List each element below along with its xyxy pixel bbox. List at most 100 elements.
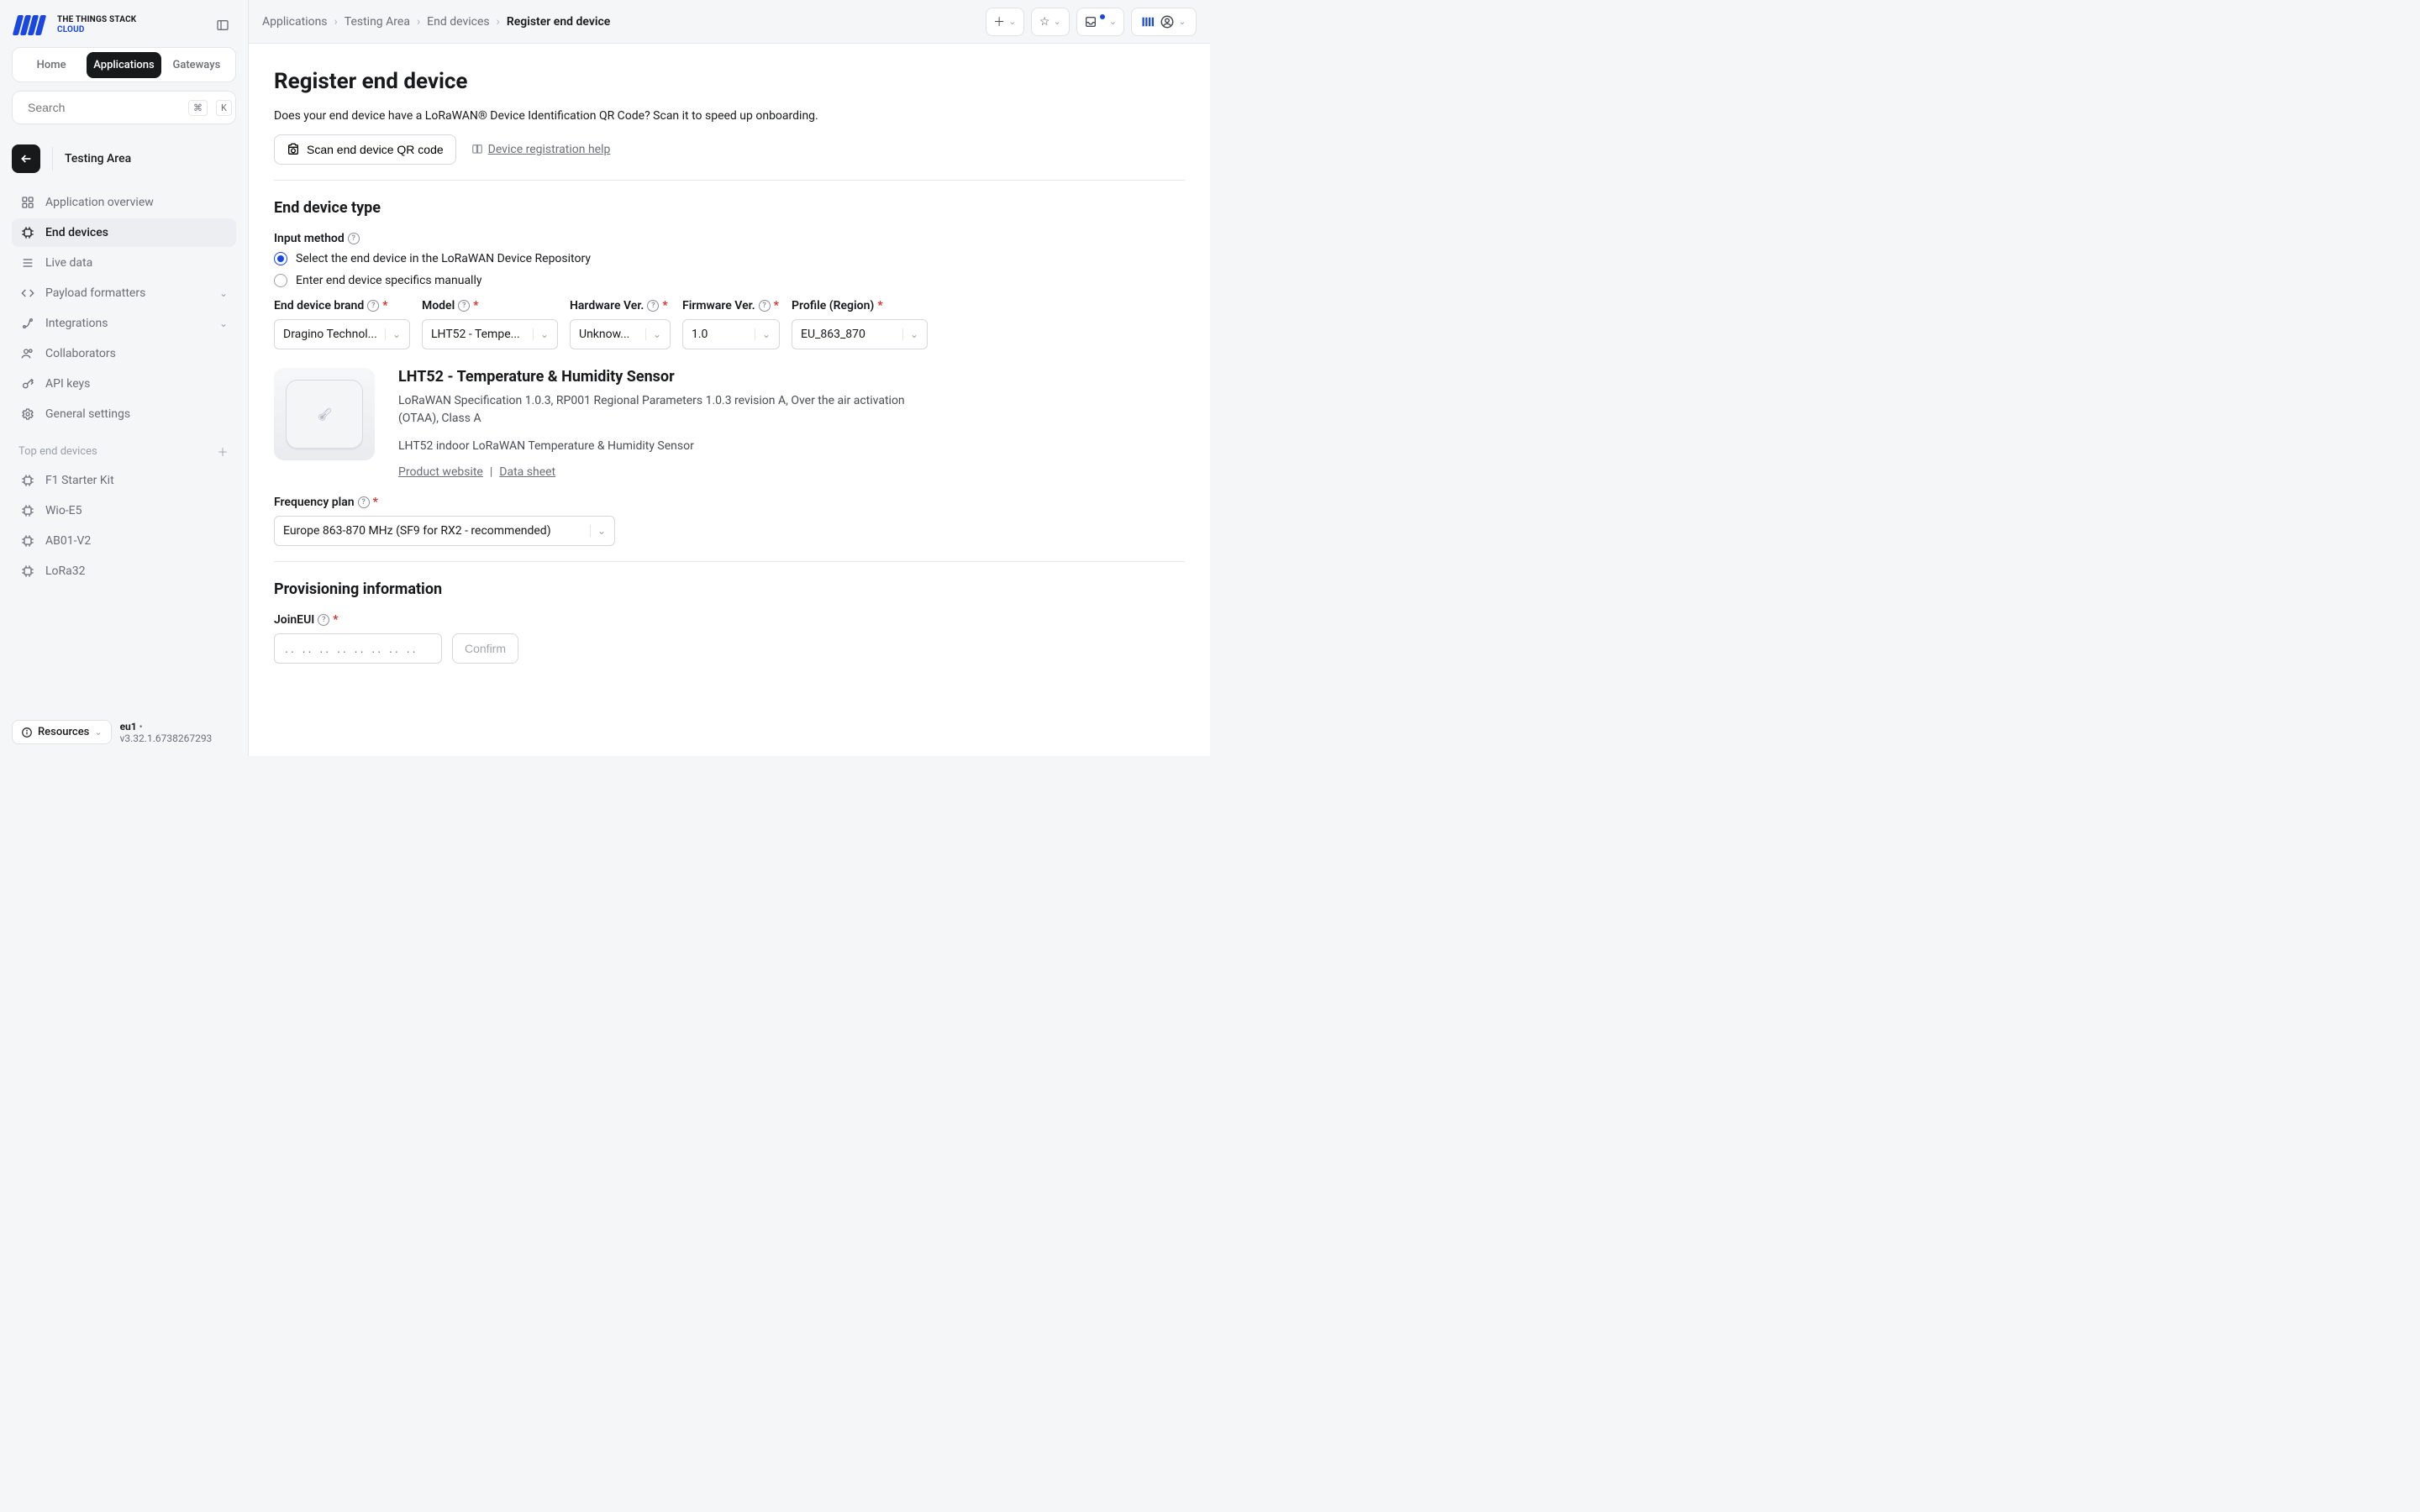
content: Register end device Does your end device… xyxy=(249,44,1210,697)
radio-input[interactable] xyxy=(274,274,287,287)
help-icon[interactable]: ? xyxy=(367,300,379,312)
nav-label: Live data xyxy=(45,256,92,270)
nav-label: API keys xyxy=(45,377,90,391)
qr-hint: Does your end device have a LoRaWAN® Dev… xyxy=(274,109,1185,123)
chip-icon xyxy=(20,503,35,518)
radio-manual[interactable]: Enter end device specifics manually xyxy=(274,274,1185,287)
chevron-down-icon: ⌄ xyxy=(590,525,606,537)
product-website-link[interactable]: Product website xyxy=(398,465,483,479)
search-input[interactable] xyxy=(28,101,180,114)
joineui-input[interactable] xyxy=(274,633,442,664)
back-button[interactable] xyxy=(12,144,40,173)
profile-label: Profile (Region)* xyxy=(792,299,928,312)
nav-api-keys[interactable]: API keys xyxy=(12,370,236,398)
thermometer-icon: 🌡 xyxy=(311,401,337,427)
top-device-1[interactable]: Wio-E5 xyxy=(12,496,236,525)
top-device-3[interactable]: LoRa32 xyxy=(12,557,236,585)
device-card: 🌡 LHT52 - Temperature & Humidity Sensor … xyxy=(274,368,1185,479)
kbd-cmd: ⌘ xyxy=(188,100,208,116)
model-select[interactable]: LHT52 - Tempe...⌄ xyxy=(422,319,558,349)
tab-home[interactable]: Home xyxy=(16,52,87,78)
brand-row: THE THINGS STACK CLOUD xyxy=(12,12,236,47)
fw-label: Firmware Ver.?* xyxy=(682,299,780,312)
add-button[interactable]: ＋⌄ xyxy=(986,8,1024,36)
freq-select[interactable]: Europe 863-870 MHz (SF9 for RX2 - recomm… xyxy=(274,516,615,546)
fw-col: Firmware Ver.?* 1.0⌄ xyxy=(682,299,780,349)
pipe: | xyxy=(490,465,492,479)
key-icon xyxy=(20,376,35,391)
hw-col: Hardware Ver.?* Unknow...⌄ xyxy=(570,299,671,349)
breadcrumb-item-2[interactable]: End devices xyxy=(427,15,489,29)
notifications-button[interactable]: ⌄ xyxy=(1076,8,1124,36)
tab-applications[interactable]: Applications xyxy=(87,52,161,78)
brand-select[interactable]: Dragino Technol...⌄ xyxy=(274,319,410,349)
breadcrumb-sep: › xyxy=(334,15,338,29)
freq-label: Frequency plan?* xyxy=(274,496,1185,509)
model-col: Model?* LHT52 - Tempe...⌄ xyxy=(422,299,558,349)
datasheet-link[interactable]: Data sheet xyxy=(499,465,555,479)
separator xyxy=(274,561,1185,562)
chevron-down-icon: ⌄ xyxy=(645,328,661,340)
nav-end-devices[interactable]: End devices xyxy=(12,218,236,247)
nav-label: Payload formatters xyxy=(45,286,145,300)
help-icon[interactable]: ? xyxy=(458,300,470,312)
brand-col: End device brand?* Dragino Technol...⌄ xyxy=(274,299,410,349)
org-logo-icon xyxy=(1141,16,1156,28)
search-input-wrap[interactable]: ⌘ K xyxy=(12,91,236,124)
hw-select[interactable]: Unknow...⌄ xyxy=(570,319,671,349)
favorite-button[interactable]: ☆⌄ xyxy=(1031,8,1070,36)
top-devices-label: Top end devices ＋ xyxy=(12,430,236,465)
reg-help-link-row[interactable]: Device registration help xyxy=(471,143,611,156)
brand-logo[interactable] xyxy=(15,15,50,35)
resources-button[interactable]: Resources ⌄ xyxy=(12,720,112,744)
chevron-down-icon: ⌄ xyxy=(219,287,228,299)
brand-label: End device brand?* xyxy=(274,299,410,312)
help-icon[interactable]: ? xyxy=(647,300,659,312)
device-title: LHT52 - Temperature & Humidity Sensor xyxy=(398,368,936,386)
chevron-down-icon: ⌄ xyxy=(533,328,549,340)
nav-live-data[interactable]: Live data xyxy=(12,249,236,277)
sidebar-collapse-button[interactable] xyxy=(213,15,233,35)
device-selectors: End device brand?* Dragino Technol...⌄ M… xyxy=(274,299,1185,349)
joineui-row: Confirm xyxy=(274,633,1185,664)
section-end-device-type: End device type xyxy=(274,199,1185,217)
scan-qr-button[interactable]: Scan end device QR code xyxy=(274,134,456,165)
fw-select[interactable]: 1.0⌄ xyxy=(682,319,780,349)
chevron-down-icon: ⌄ xyxy=(1008,16,1016,27)
gear-icon xyxy=(20,407,35,422)
sidebar: THE THINGS STACK CLOUD Home Applications… xyxy=(0,0,249,756)
help-icon[interactable]: ? xyxy=(358,496,370,508)
confirm-button[interactable]: Confirm xyxy=(452,633,518,664)
radio-input[interactable] xyxy=(274,252,287,265)
scan-qr-label: Scan end device QR code xyxy=(307,143,444,156)
radio-repo[interactable]: Select the end device in the LoRaWAN Dev… xyxy=(274,252,1185,265)
chevron-down-icon: ⌄ xyxy=(94,727,102,738)
tab-gateways[interactable]: Gateways xyxy=(161,52,232,78)
nav-general-settings[interactable]: General settings xyxy=(12,400,236,428)
nav-collaborators[interactable]: Collaborators xyxy=(12,339,236,368)
version-text: v3.32.1.6738267293 xyxy=(120,732,213,744)
profile-select[interactable]: EU_863_870⌄ xyxy=(792,319,928,349)
breadcrumb-item-0[interactable]: Applications xyxy=(262,15,328,29)
reg-help-link[interactable]: Device registration help xyxy=(488,143,611,156)
chip-icon xyxy=(20,564,35,579)
account-button[interactable]: ⌄ xyxy=(1131,8,1197,36)
nav-application-overview[interactable]: Application overview xyxy=(12,188,236,217)
notification-dot xyxy=(1100,14,1105,19)
nav-integrations[interactable]: Integrations ⌄ xyxy=(12,309,236,338)
footer-dot: • xyxy=(137,721,143,732)
integration-icon xyxy=(20,316,35,331)
breadcrumb-sep: › xyxy=(417,15,420,29)
nav-payload-formatters[interactable]: Payload formatters ⌄ xyxy=(12,279,236,307)
help-icon[interactable]: ? xyxy=(759,300,771,312)
topbar-actions: ＋⌄ ☆⌄ ⌄ ⌄ xyxy=(986,8,1197,36)
add-top-device-button[interactable]: ＋ xyxy=(216,444,229,459)
resources-label: Resources xyxy=(38,726,89,738)
breadcrumb-item-1[interactable]: Testing Area xyxy=(345,15,410,29)
help-icon[interactable]: ? xyxy=(348,233,360,244)
top-device-0[interactable]: F1 Starter Kit xyxy=(12,466,236,495)
section-provisioning: Provisioning information xyxy=(274,580,1185,598)
top-device-2[interactable]: AB01-V2 xyxy=(12,527,236,555)
help-icon[interactable]: ? xyxy=(318,614,329,626)
context-row: Testing Area xyxy=(12,144,236,173)
